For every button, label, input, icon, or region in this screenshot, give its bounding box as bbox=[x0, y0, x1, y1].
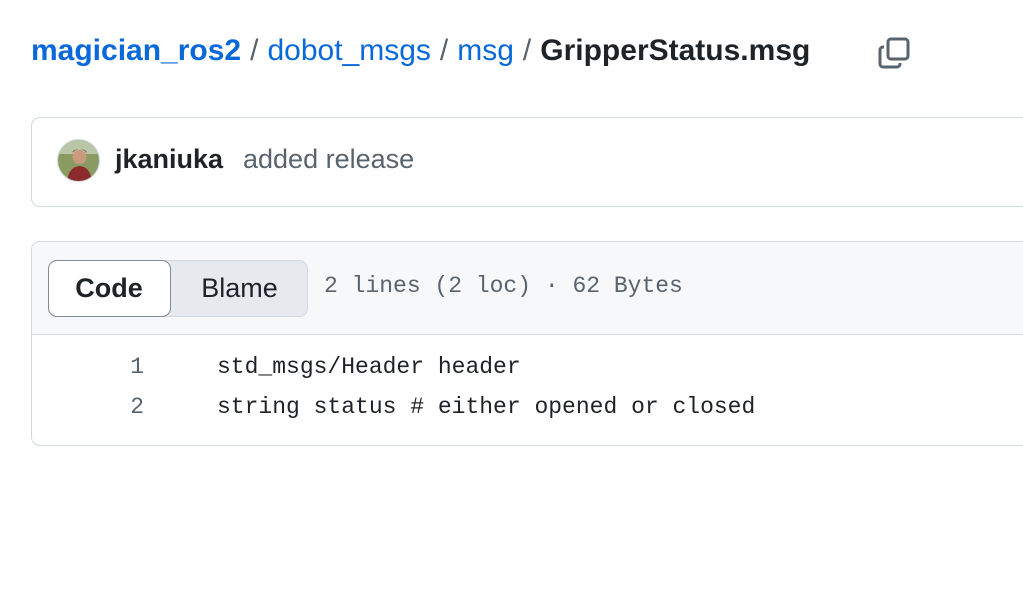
tab-code[interactable]: Code bbox=[47, 259, 171, 317]
breadcrumb: magician_ros2 / dobot_msgs / msg / Gripp… bbox=[31, 30, 810, 72]
avatar[interactable] bbox=[57, 139, 100, 182]
breadcrumb-separator: / bbox=[439, 34, 449, 67]
copy-icon bbox=[878, 37, 910, 69]
file-meta-info: 2 lines (2 loc) · 62 Bytes bbox=[324, 273, 683, 299]
breadcrumb-repo-link[interactable]: magician_ros2 bbox=[31, 34, 241, 68]
breadcrumb-separator: / bbox=[250, 34, 259, 67]
code-line: 2 string status # either opened or close… bbox=[32, 388, 1023, 428]
copy-path-button[interactable] bbox=[874, 33, 914, 73]
avatar-image bbox=[58, 140, 99, 181]
line-content: string status # either opened or closed bbox=[217, 394, 756, 420]
breadcrumb-separator: / bbox=[522, 34, 532, 67]
commit-author-link[interactable]: jkaniuka bbox=[115, 144, 223, 175]
tab-blame[interactable]: Blame bbox=[170, 260, 309, 317]
breadcrumb-dir-link[interactable]: dobot_msgs bbox=[267, 34, 430, 68]
line-number[interactable]: 1 bbox=[92, 354, 144, 380]
breadcrumb-current-file: GripperStatus.msg bbox=[540, 34, 811, 67]
code-line: 1 std_msgs/Header header bbox=[32, 348, 1023, 388]
commit-message-link[interactable]: added release bbox=[243, 144, 414, 175]
line-content: std_msgs/Header header bbox=[217, 354, 521, 380]
line-number[interactable]: 2 bbox=[92, 394, 144, 420]
code-area: 1 std_msgs/Header header 2 string status… bbox=[32, 348, 1023, 428]
breadcrumb-dir-link[interactable]: msg bbox=[457, 34, 514, 68]
file-header: Code Blame 2 lines (2 loc) · 62 Bytes bbox=[32, 242, 1023, 335]
latest-commit-box: jkaniuka added release bbox=[31, 117, 1023, 207]
file-viewer: Code Blame 2 lines (2 loc) · 62 Bytes 1 … bbox=[31, 241, 1023, 446]
view-mode-toggle: Code Blame bbox=[47, 259, 309, 317]
